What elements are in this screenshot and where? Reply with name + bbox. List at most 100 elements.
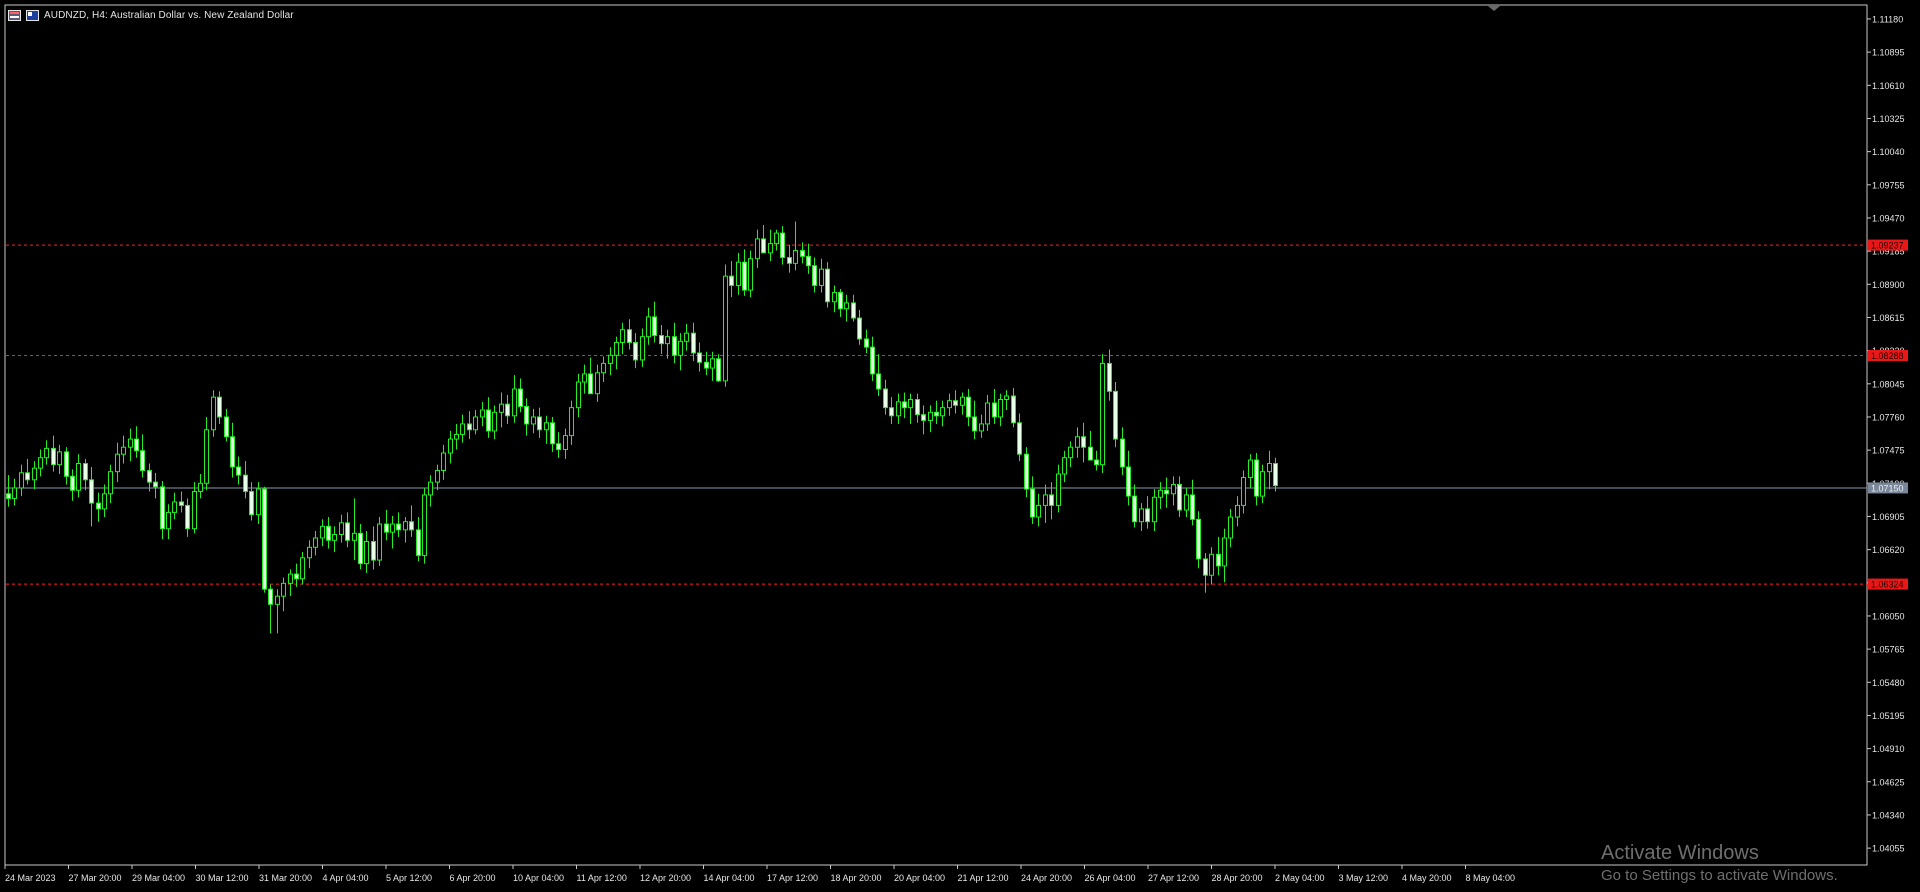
candle-body-down xyxy=(217,396,222,418)
candle-body-down xyxy=(652,316,657,337)
chart-header: AUDNZD, H4: Australian Dollar vs. New Ze… xyxy=(8,8,294,22)
candle xyxy=(716,354,721,383)
candle-body-down xyxy=(870,346,875,375)
candle-body-down xyxy=(140,450,145,471)
candle-body-up xyxy=(1152,496,1157,523)
candle-body-up xyxy=(108,471,113,495)
candle-body-down xyxy=(505,403,510,417)
candle xyxy=(211,390,216,437)
candle-body-up xyxy=(435,469,440,483)
candle-body-up xyxy=(1004,395,1009,401)
candle-body-up xyxy=(601,362,606,374)
candle-body-up xyxy=(614,341,619,356)
candle-body-up xyxy=(985,402,990,425)
candle-body-down xyxy=(1081,436,1086,448)
candle-body-down xyxy=(179,501,184,506)
candle-body-up xyxy=(390,523,395,533)
candle-body-up xyxy=(896,401,901,417)
candle-body-up xyxy=(947,400,952,409)
candle-body-up xyxy=(275,595,280,605)
candle-body-up xyxy=(1062,457,1067,475)
candle-body-down xyxy=(409,521,414,531)
time-axis: 24 Mar 2023 27 Mar 20:00 29 Mar 04:00 30 Ma… xyxy=(4,865,1516,883)
price-tick-label: 1.08900 xyxy=(1872,280,1905,290)
candle-body-down xyxy=(224,416,229,438)
candle-body-down xyxy=(51,447,56,466)
candle-body-up xyxy=(172,501,177,513)
candle-body-up xyxy=(377,523,382,561)
candle-body-down xyxy=(262,488,267,590)
candle-body-up xyxy=(710,358,715,369)
candle-body-down xyxy=(96,502,101,510)
candle-body-up xyxy=(723,275,728,382)
candle-body-down xyxy=(742,261,747,291)
candle-body-up xyxy=(211,396,216,431)
candle-body-up xyxy=(332,533,337,541)
time-tick-label: 8 May 04:00 xyxy=(1466,873,1516,883)
candle-body-down xyxy=(838,291,843,310)
candle-body-up xyxy=(1036,504,1041,518)
price-chart[interactable]: 1.11180 1.10895 1.10610 1.10325 1.10040 1.097… xyxy=(0,0,1920,892)
candle-body-down xyxy=(268,588,273,605)
candle-body-down xyxy=(147,469,152,483)
candle-body-up xyxy=(320,525,325,539)
candle-body-up xyxy=(582,373,587,383)
candle xyxy=(825,262,830,308)
candle-body-up xyxy=(313,537,318,548)
time-tick-label: 4 May 20:00 xyxy=(1402,873,1452,883)
candle-body-up xyxy=(473,416,478,431)
price-tick-label: 1.04340 xyxy=(1872,810,1905,820)
candle-body-up xyxy=(281,582,286,597)
candle-body-down xyxy=(358,532,363,565)
candle-body-up xyxy=(57,451,62,466)
candle-body-up xyxy=(576,381,581,409)
candle-body-up xyxy=(998,399,1003,418)
candle-body-down xyxy=(729,275,734,286)
price-tick-label: 1.06050 xyxy=(1872,611,1905,621)
candle-body-up xyxy=(1260,471,1265,497)
chart-window-icon[interactable] xyxy=(8,9,21,21)
candle-body-down xyxy=(633,341,638,361)
candle-body-down xyxy=(249,490,254,516)
candle-body-down xyxy=(1017,422,1022,455)
candle-body-up xyxy=(563,435,568,451)
candle-body-up xyxy=(288,573,293,584)
candle-body-down xyxy=(550,422,555,445)
candle-body-up xyxy=(844,302,849,310)
time-tick-label: 29 Mar 04:00 xyxy=(132,873,185,883)
time-tick-label: 21 Apr 12:00 xyxy=(958,873,1009,883)
time-tick-label: 5 Apr 12:00 xyxy=(386,873,432,883)
candle xyxy=(262,486,267,593)
candle-body-up xyxy=(1222,537,1227,567)
bid-price-label: 1.07150 xyxy=(1871,483,1904,493)
time-tick-label: 12 Apr 20:00 xyxy=(640,873,691,883)
candle-body-up xyxy=(1056,473,1061,506)
candle-body-up xyxy=(204,429,209,484)
candle-body-down xyxy=(1164,489,1169,495)
time-tick-label: 11 Apr 12:00 xyxy=(577,873,627,883)
candle-body-up xyxy=(1241,476,1246,506)
candle-body-down xyxy=(659,335,664,345)
candle-body-down xyxy=(857,317,862,340)
candle-body-down xyxy=(889,407,894,417)
candle-body-up xyxy=(76,463,81,491)
candle-body-up xyxy=(544,422,549,431)
price-tick-label: 1.09470 xyxy=(1872,213,1905,223)
candle-body-up xyxy=(569,407,574,437)
candle-body-down xyxy=(883,388,888,409)
time-tick-label: 26 Apr 04:00 xyxy=(1085,873,1136,883)
symbol-icon[interactable] xyxy=(26,9,39,21)
level-price-label: 1.09237 xyxy=(1871,241,1904,251)
candle-body-up xyxy=(620,329,625,343)
candle-body-down xyxy=(83,463,88,481)
candle-body-up xyxy=(12,487,17,499)
price-axis: 1.11180 1.10895 1.10610 1.10325 1.10040 1.097… xyxy=(1867,14,1905,854)
candle-body-down xyxy=(1107,362,1112,392)
price-tick-label: 1.05195 xyxy=(1872,711,1905,721)
candle xyxy=(377,517,382,566)
candle-body-up xyxy=(665,336,670,345)
candle-body-down xyxy=(326,525,331,541)
candle-body-down xyxy=(70,475,75,491)
candle-body-down xyxy=(518,388,523,407)
candle-body-down xyxy=(966,396,971,418)
